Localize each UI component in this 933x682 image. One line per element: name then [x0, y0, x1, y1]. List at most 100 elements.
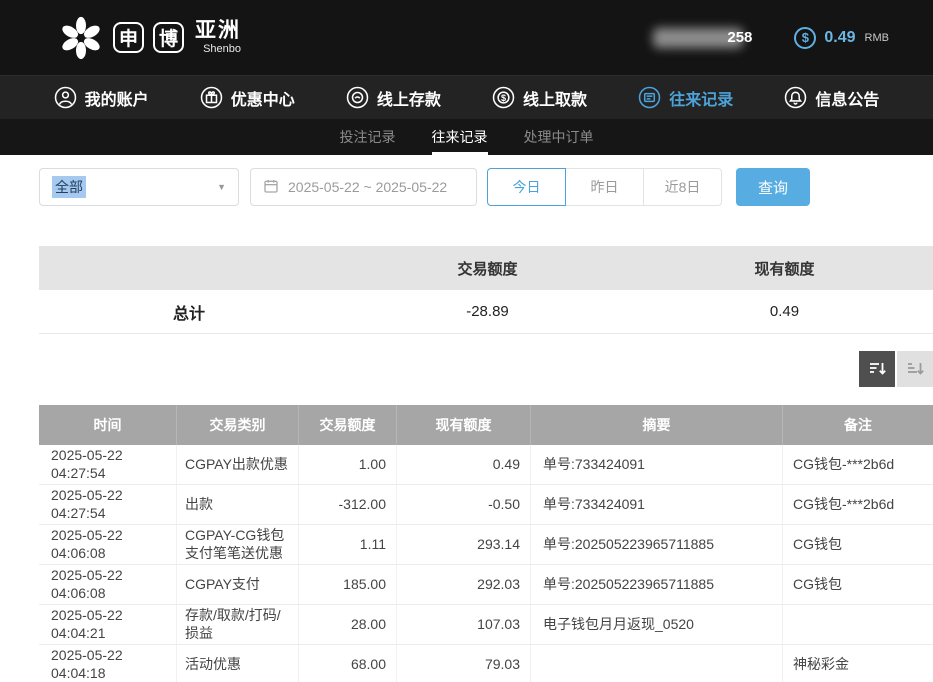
- cell-amount: -312.00: [299, 485, 397, 524]
- summary-header-empty: [39, 246, 339, 290]
- cell-balance: 292.03: [397, 565, 531, 604]
- summary-header-row: 交易额度 现有额度: [39, 246, 933, 290]
- header-type: 交易类别: [177, 405, 299, 445]
- summary-header-balance: 现有额度: [636, 246, 933, 290]
- records-icon: [638, 86, 661, 109]
- nav-label: 信息公告: [815, 86, 879, 110]
- sort-descending-button[interactable]: [859, 351, 895, 387]
- records-table: 时间 交易类别 交易额度 现有额度 摘要 备注 2025-05-22 04:27…: [39, 405, 933, 682]
- subnav-betting-records[interactable]: 投注记录: [340, 119, 396, 155]
- bell-icon: [784, 86, 807, 109]
- user-icon: [54, 86, 77, 109]
- cell-type: 出款: [177, 485, 299, 524]
- yesterday-button[interactable]: 昨日: [565, 168, 644, 206]
- account-username[interactable]: 258: [653, 28, 752, 48]
- nav-item-withdraw[interactable]: $ 线上取款: [492, 86, 587, 110]
- cell-balance: 107.03: [397, 605, 531, 644]
- header-time: 时间: [39, 405, 177, 445]
- filter-bar: 全部 ▼ 2025-05-22 ~ 2025-05-22 今日 昨日 近8日 查…: [39, 168, 933, 206]
- cell-type: CGPAY-CG钱包支付笔笔送优惠: [177, 525, 299, 564]
- sort-bar: [39, 351, 933, 387]
- table-row: 2025-05-22 04:04:18 活动优惠 68.00 79.03 神秘彩…: [39, 645, 933, 682]
- cell-type: 存款/取款/打码/损益: [177, 605, 299, 644]
- cell-remark: CG钱包: [783, 565, 933, 604]
- quick-range-group: 今日 昨日 近8日: [487, 168, 722, 206]
- cell-time: 2025-05-22 04:06:08: [39, 565, 177, 604]
- nav-label: 线上存款: [377, 86, 441, 110]
- gift-icon: [200, 86, 223, 109]
- deposit-coin-icon: [346, 86, 369, 109]
- cell-remark: 神秘彩金: [783, 645, 933, 682]
- cell-time: 2025-05-22 04:27:54: [39, 445, 177, 484]
- cell-type: 活动优惠: [177, 645, 299, 682]
- cell-type: CGPAY支付: [177, 565, 299, 604]
- table-row: 2025-05-22 04:06:08 CGPAY-CG钱包支付笔笔送优惠 1.…: [39, 525, 933, 565]
- header-amount: 交易额度: [299, 405, 397, 445]
- account-suffix: 258: [727, 29, 752, 46]
- today-button[interactable]: 今日: [487, 168, 566, 206]
- cell-remark: CG钱包: [783, 525, 933, 564]
- cell-remark: CG钱包-***2b6d: [783, 485, 933, 524]
- cell-summary: 电子钱包月月返现_0520: [531, 605, 783, 644]
- search-button[interactable]: 查询: [736, 168, 810, 206]
- total-transaction-amount: -28.89: [339, 290, 636, 333]
- withdraw-coin-icon: $: [492, 86, 515, 109]
- summary-header-transaction: 交易额度: [339, 246, 636, 290]
- nav-item-announcements[interactable]: 信息公告: [784, 86, 879, 110]
- transaction-type-select[interactable]: 全部 ▼: [39, 168, 239, 206]
- dollar-icon: $: [794, 27, 816, 49]
- total-label: 总计: [39, 290, 339, 333]
- cell-summary: 单号:733424091: [531, 445, 783, 484]
- nav-label: 往来记录: [669, 86, 733, 110]
- cell-summary: 单号:202505223965711885: [531, 565, 783, 604]
- total-current-balance: 0.49: [636, 290, 933, 333]
- date-range-input[interactable]: 2025-05-22 ~ 2025-05-22: [250, 168, 477, 206]
- header-remark: 备注: [783, 405, 933, 445]
- cell-balance: 0.49: [397, 445, 531, 484]
- balance-amount: 0.49: [824, 29, 855, 47]
- selected-type: 全部: [52, 176, 86, 198]
- subnav-transaction-records[interactable]: 往来记录: [432, 119, 488, 155]
- svg-text:$: $: [501, 93, 506, 103]
- summary-total-row: 总计 -28.89 0.49: [39, 290, 933, 334]
- flower-logo-icon: [58, 15, 104, 61]
- subnav-processing-orders[interactable]: 处理中订单: [524, 119, 594, 155]
- date-range-value: 2025-05-22 ~ 2025-05-22: [288, 179, 447, 195]
- cell-summary: 单号:733424091: [531, 485, 783, 524]
- logo-char-2: 博: [153, 22, 184, 53]
- nav-item-deposit[interactable]: 线上存款: [346, 86, 441, 110]
- cell-time: 2025-05-22 04:04:21: [39, 605, 177, 644]
- table-row: 2025-05-22 04:06:08 CGPAY支付 185.00 292.0…: [39, 565, 933, 605]
- sort-ascending-button[interactable]: [897, 351, 933, 387]
- nav-label: 线上取款: [523, 86, 587, 110]
- main-navigation: 我的账户 优惠中心 线上存款 $ 线上取款: [0, 75, 933, 119]
- logo[interactable]: 申 博 亚洲 Shenbo: [58, 15, 241, 61]
- cell-summary: 单号:202505223965711885: [531, 525, 783, 564]
- records-subnav: 投注记录 往来记录 处理中订单: [0, 119, 933, 155]
- nav-item-my-account[interactable]: 我的账户: [54, 86, 149, 110]
- cell-amount: 68.00: [299, 645, 397, 682]
- cell-amount: 1.00: [299, 445, 397, 484]
- cell-remark: [783, 605, 933, 644]
- calendar-icon: [263, 178, 279, 197]
- cell-balance: 79.03: [397, 645, 531, 682]
- nav-item-promotions[interactable]: 优惠中心: [200, 86, 295, 110]
- cell-balance: -0.50: [397, 485, 531, 524]
- cell-time: 2025-05-22 04:06:08: [39, 525, 177, 564]
- table-row: 2025-05-22 04:27:54 出款 -312.00 -0.50 单号:…: [39, 485, 933, 525]
- table-header-row: 时间 交易类别 交易额度 现有额度 摘要 备注: [39, 405, 933, 445]
- balance-currency: RMB: [865, 32, 889, 44]
- cell-time: 2025-05-22 04:27:54: [39, 485, 177, 524]
- cell-summary: [531, 645, 783, 682]
- logo-char-1: 申: [113, 22, 144, 53]
- table-row: 2025-05-22 04:27:54 CGPAY出款优惠 1.00 0.49 …: [39, 445, 933, 485]
- chevron-down-icon: ▼: [217, 182, 226, 192]
- logo-subtitle: Shenbo: [195, 44, 241, 55]
- top-header: 申 博 亚洲 Shenbo 258 $ 0.49 RMB: [0, 0, 933, 75]
- wallet-balance[interactable]: $ 0.49 RMB: [794, 27, 889, 49]
- last-8-days-button[interactable]: 近8日: [643, 168, 722, 206]
- header-balance: 现有额度: [397, 405, 531, 445]
- logo-region: 亚洲: [195, 20, 241, 41]
- nav-item-transaction-records[interactable]: 往来记录: [638, 86, 733, 110]
- cell-amount: 28.00: [299, 605, 397, 644]
